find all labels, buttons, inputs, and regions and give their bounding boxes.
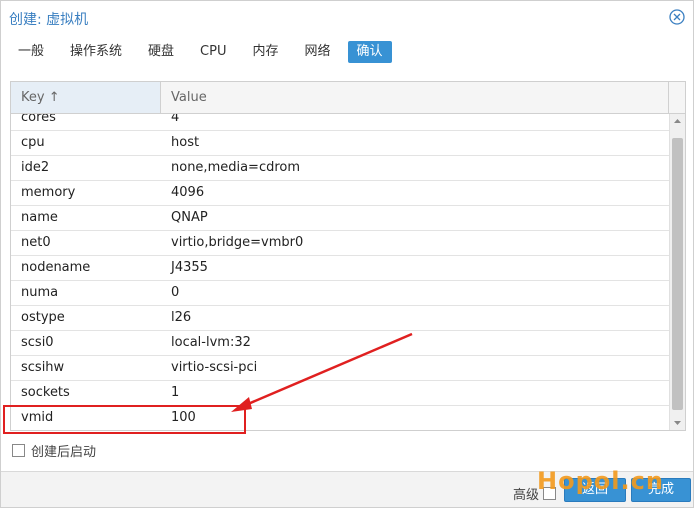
table-row[interactable]: nodename J4355 — [11, 256, 669, 281]
row-value: 4096 — [171, 185, 205, 200]
tab-general[interactable]: 一般 — [9, 41, 53, 63]
row-value: virtio,bridge=vmbr0 — [171, 235, 304, 250]
tab-cpu[interactable]: CPU — [191, 41, 235, 63]
table-row[interactable]: numa 0 — [11, 281, 669, 306]
row-value: 4 — [171, 114, 180, 125]
row-key: scsihw — [21, 360, 65, 375]
row-key: vmid — [21, 410, 54, 425]
row-key: sockets — [21, 385, 70, 400]
vertical-scrollbar[interactable] — [669, 114, 685, 430]
row-value: QNAP — [171, 210, 208, 225]
dialog-title: 创建: 虚拟机 — [9, 12, 89, 28]
table-row[interactable]: name QNAP — [11, 206, 669, 231]
dialog-footer: 高级 返回 完成 — [1, 471, 693, 507]
autostart-checkbox[interactable] — [12, 443, 25, 457]
table-row[interactable]: ide2 none,media=cdrom — [11, 156, 669, 181]
tab-network[interactable]: 网络 — [296, 41, 340, 63]
tab-os[interactable]: 操作系统 — [61, 41, 131, 63]
summary-grid: Key ↑ Value cores 4 cpu host ide2 none,m… — [10, 81, 686, 431]
dialog-titlebar: 创建: 虚拟机 — [1, 1, 693, 35]
row-key: name — [21, 210, 58, 225]
advanced-label: 高级 — [513, 488, 540, 503]
scrollbar-thumb[interactable] — [672, 138, 683, 410]
table-row[interactable]: cpu host — [11, 131, 669, 156]
close-icon[interactable] — [669, 9, 685, 25]
table-row[interactable]: cores 4 — [11, 114, 669, 131]
tab-hard-disk[interactable]: 硬盘 — [139, 41, 183, 63]
tab-confirm[interactable]: 确认 — [347, 41, 392, 63]
row-key: net0 — [21, 235, 51, 250]
scroll-down-arrow-icon[interactable] — [670, 416, 685, 430]
tab-memory[interactable]: 内存 — [243, 41, 287, 63]
back-button[interactable]: 返回 — [564, 478, 626, 502]
row-key: numa — [21, 285, 59, 300]
table-row[interactable]: scsihw virtio-scsi-pci — [11, 356, 669, 381]
table-row[interactable]: memory 4096 — [11, 181, 669, 206]
wizard-tabs: 一般 操作系统 硬盘 CPU 内存 网络 确认 — [9, 41, 400, 65]
row-key: scsi0 — [21, 335, 54, 350]
row-value: l26 — [171, 310, 192, 325]
column-header-key[interactable]: Key ↑ — [11, 82, 161, 113]
finish-button[interactable]: 完成 — [631, 478, 691, 502]
advanced-option[interactable]: 高级 — [513, 484, 557, 503]
table-row[interactable]: sockets 1 — [11, 381, 669, 406]
row-key: cpu — [21, 135, 45, 150]
table-row[interactable]: net0 virtio,bridge=vmbr0 — [11, 231, 669, 256]
column-header-value[interactable]: Value — [161, 82, 669, 113]
row-key: ide2 — [21, 160, 50, 175]
row-key: nodename — [21, 260, 91, 275]
row-value: host — [171, 135, 200, 150]
table-row[interactable]: scsi0 local-lvm:32 — [11, 331, 669, 356]
row-key: memory — [21, 185, 76, 200]
grid-body: cores 4 cpu host ide2 none,media=cdrom m… — [11, 114, 669, 430]
row-value: 0 — [171, 285, 180, 300]
row-value: 100 — [171, 410, 196, 425]
autostart-option[interactable]: 创建后启动 — [12, 442, 97, 460]
grid-header: Key ↑ Value — [11, 82, 685, 114]
row-key: ostype — [21, 310, 65, 325]
row-value: local-lvm:32 — [171, 335, 251, 350]
create-vm-dialog: 创建: 虚拟机 一般 操作系统 硬盘 CPU 内存 网络 确认 Key ↑ Va… — [0, 0, 694, 508]
row-value: virtio-scsi-pci — [171, 360, 258, 375]
table-row[interactable]: ostype l26 — [11, 306, 669, 331]
table-row-vmid[interactable]: vmid 100 — [11, 406, 669, 430]
advanced-checkbox[interactable] — [543, 487, 557, 500]
row-key: cores — [21, 114, 56, 125]
autostart-label: 创建后启动 — [31, 444, 97, 460]
row-value: none,media=cdrom — [171, 160, 301, 175]
row-value: 1 — [171, 385, 180, 400]
scroll-up-arrow-icon[interactable] — [670, 114, 685, 128]
row-value: J4355 — [171, 260, 208, 275]
